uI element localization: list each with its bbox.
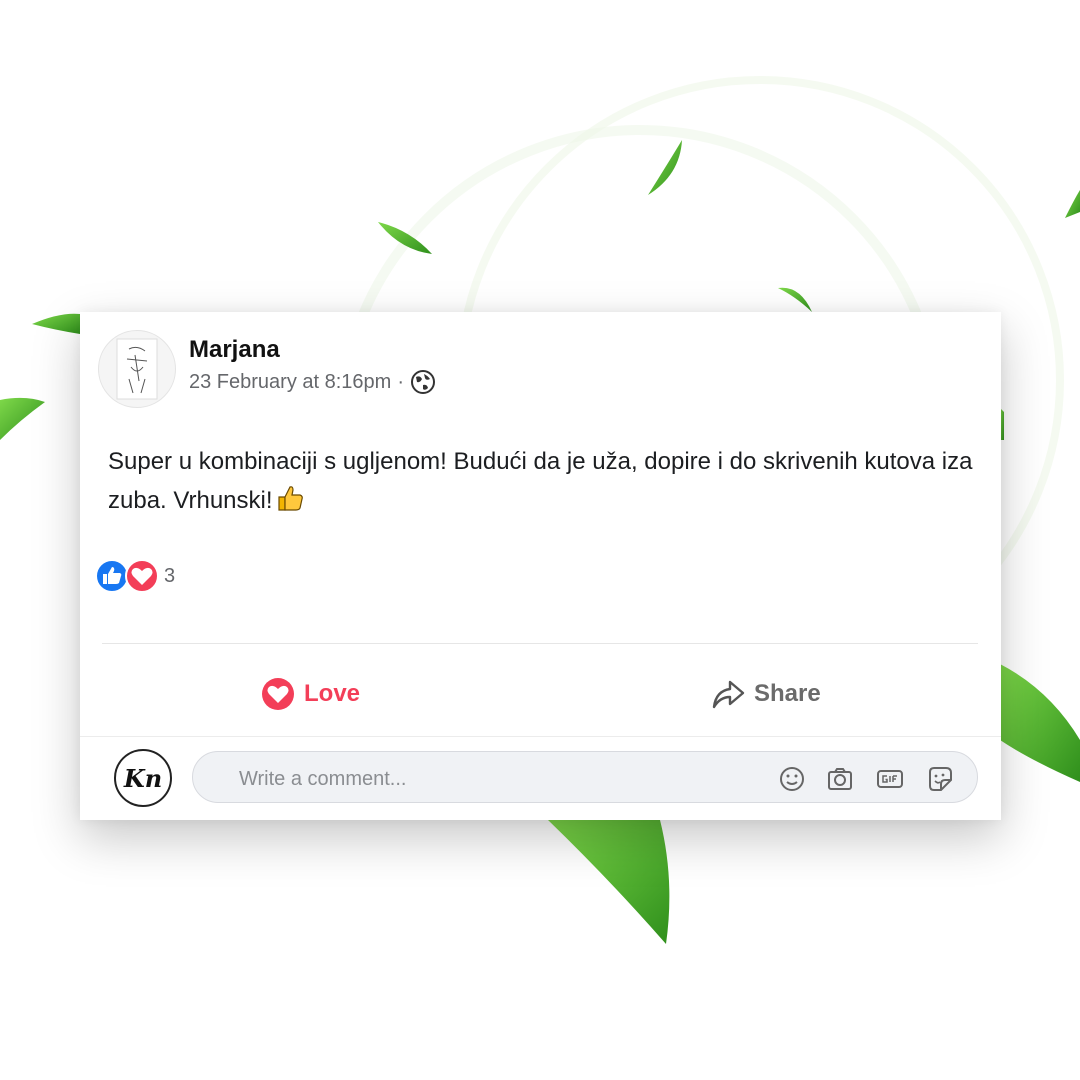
avatar-sketch-icon bbox=[116, 338, 158, 400]
meta-separator: · bbox=[397, 370, 405, 393]
author-avatar[interactable] bbox=[98, 330, 176, 408]
love-label: Love bbox=[304, 680, 361, 707]
emoji-icon[interactable] bbox=[777, 764, 807, 794]
camera-icon[interactable] bbox=[825, 764, 855, 794]
leaf bbox=[32, 313, 80, 334]
leaf bbox=[778, 287, 812, 312]
globe-icon bbox=[411, 370, 436, 394]
comment-composer: Kn bbox=[80, 736, 1001, 821]
divider bbox=[102, 643, 978, 644]
leaf bbox=[1065, 190, 1080, 218]
thumbs-up-emoji bbox=[277, 486, 303, 511]
share-button[interactable]: Share bbox=[710, 676, 821, 712]
commenter-avatar-text: Kn bbox=[123, 763, 163, 793]
share-label: Share bbox=[754, 680, 821, 707]
post-card: Marjana 23 February at 8:16pm · Super u … bbox=[80, 312, 1001, 820]
gif-icon[interactable] bbox=[875, 764, 905, 794]
reaction-count: 3 bbox=[164, 564, 176, 587]
post-timestamp[interactable]: 23 February at 8:16pm bbox=[189, 371, 391, 394]
love-reaction-icon bbox=[125, 559, 159, 593]
comment-box[interactable] bbox=[192, 751, 978, 803]
leaf bbox=[548, 820, 670, 944]
comment-input[interactable] bbox=[237, 764, 721, 794]
leaf bbox=[648, 140, 682, 195]
sticker-icon[interactable] bbox=[925, 764, 955, 794]
author-name[interactable]: Marjana bbox=[189, 336, 280, 364]
post-meta: 23 February at 8:16pm · bbox=[189, 369, 436, 395]
leaf bbox=[0, 397, 45, 440]
post-text-content: Super u kombinaciji s ugljenom! Budući d… bbox=[108, 448, 973, 514]
heart-icon bbox=[262, 678, 294, 710]
share-icon bbox=[712, 680, 745, 709]
reactions-summary[interactable]: 3 bbox=[94, 558, 175, 594]
love-button[interactable]: Love bbox=[260, 676, 360, 712]
leaf bbox=[1000, 664, 1080, 782]
commenter-avatar[interactable]: Kn bbox=[114, 749, 172, 807]
post-text: Super u kombinaciji s ugljenom! Budući d… bbox=[108, 442, 978, 520]
